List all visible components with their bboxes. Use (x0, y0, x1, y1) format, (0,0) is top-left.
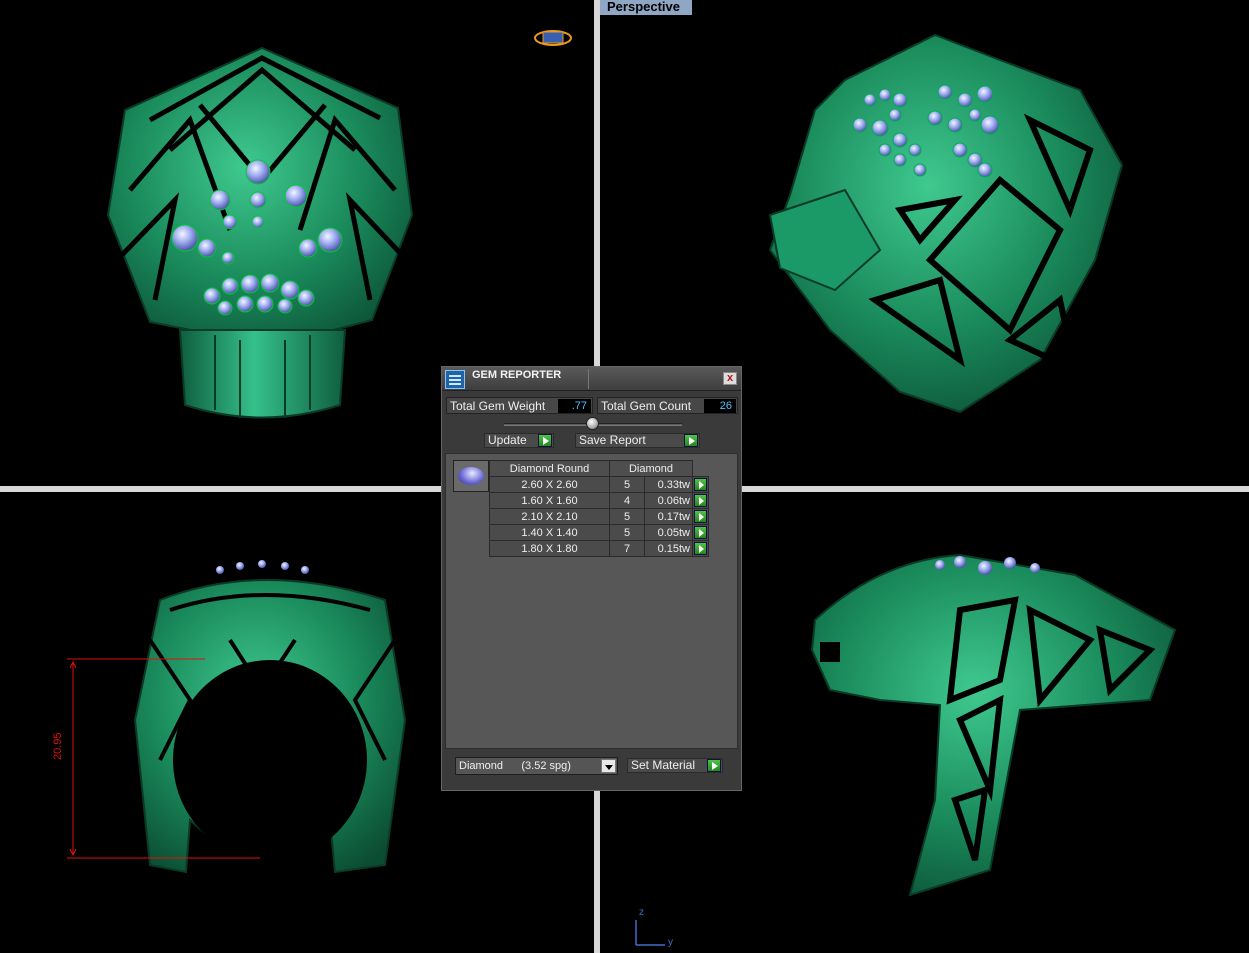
row-arrow-icon[interactable] (694, 510, 707, 523)
row-arrow-cell[interactable] (692, 508, 709, 525)
front-view-model (106, 46, 414, 419)
set-material-arrow-icon (707, 759, 721, 772)
axis-indicator (635, 920, 665, 946)
save-report-label: Save Report (579, 433, 646, 447)
gem-size-cell: 2.60 X 2.60 (489, 476, 610, 493)
row-arrow-cell[interactable] (692, 540, 709, 557)
save-report-arrow-icon (684, 434, 698, 447)
title-separator (588, 369, 589, 389)
gem-table: Diamond Round Diamond 2.60 X 2.60 5 0.33… (489, 460, 709, 557)
gem-shape-header: Diamond Round (489, 460, 610, 477)
side-view-model (133, 560, 407, 874)
gem-reporter-logo-icon (445, 370, 465, 389)
dialog-title-bar[interactable]: GEM REPORTER x (442, 367, 741, 391)
total-gem-weight-field: Total Gem Weight .77 (446, 397, 593, 414)
total-gem-weight-label: Total Gem Weight (450, 399, 546, 413)
table-row[interactable]: 1.80 X 1.80 7 0.15tw (489, 540, 709, 557)
dimension-label: 20.95 (52, 732, 64, 760)
gem-size-cell: 1.40 X 1.40 (489, 524, 610, 541)
gem-list-panel[interactable]: Diamond Round Diamond 2.60 X 2.60 5 0.33… (445, 453, 738, 749)
gem-size-cell: 1.80 X 1.80 (489, 540, 610, 557)
material-select[interactable]: Diamond (3.52 spg) (455, 757, 618, 775)
dialog-title: GEM REPORTER (472, 369, 562, 381)
row-arrow-icon[interactable] (694, 494, 707, 507)
gem-size-cell: 2.10 X 2.10 (489, 508, 610, 525)
gem-size-cell: 1.60 X 1.60 (489, 492, 610, 509)
table-row[interactable]: 1.60 X 1.60 4 0.06tw (489, 492, 709, 509)
gem-count-cell: 4 (609, 492, 645, 509)
table-row[interactable]: 2.60 X 2.60 5 0.33tw (489, 476, 709, 493)
row-arrow-cell[interactable] (692, 476, 709, 493)
table-row[interactable]: 2.10 X 2.10 5 0.17tw (489, 508, 709, 525)
set-material-label: Set Material (631, 758, 696, 772)
close-icon[interactable]: x (723, 372, 737, 385)
diamond-round-icon (458, 467, 484, 485)
gem-reporter-dialog: GEM REPORTER x Total Gem Weight .77 Tota… (441, 366, 742, 791)
total-gem-weight-value: .77 (558, 399, 591, 413)
right-side-view-model (810, 553, 1177, 897)
viewport-label[interactable]: Perspective (600, 0, 692, 15)
save-report-button[interactable]: Save Report (575, 433, 700, 448)
update-arrow-icon (538, 434, 552, 447)
diamond-round-thumbnail[interactable] (453, 460, 489, 492)
gem-weight-cell: 0.06tw (644, 492, 693, 509)
gem-count-cell: 5 (609, 476, 645, 493)
row-arrow-icon[interactable] (694, 526, 707, 539)
axis-z-label: z (639, 907, 644, 918)
update-label: Update (488, 433, 527, 447)
set-material-button[interactable]: Set Material (627, 758, 723, 773)
gem-weight-cell: 0.05tw (644, 524, 693, 541)
row-arrow-cell[interactable] (692, 492, 709, 509)
gem-count-cell: 7 (609, 540, 645, 557)
gem-count-cell: 5 (609, 524, 645, 541)
gem-material-header: Diamond (609, 460, 693, 477)
gem-weight-cell: 0.17tw (644, 508, 693, 525)
total-gem-count-field: Total Gem Count 26 (597, 397, 738, 414)
gem-count-cell: 5 (609, 508, 645, 525)
dropdown-arrow-icon[interactable] (601, 759, 616, 773)
row-arrow-cell[interactable] (692, 524, 709, 541)
perspective-view-model (768, 33, 1124, 414)
total-gem-count-label: Total Gem Count (601, 399, 692, 413)
view-cube-icon[interactable] (534, 30, 572, 46)
axis-y-label: y (668, 937, 673, 948)
update-button[interactable]: Update (484, 433, 554, 448)
gem-weight-cell: 0.33tw (644, 476, 693, 493)
row-arrow-icon[interactable] (694, 478, 707, 491)
dialog-slider-knob[interactable] (586, 417, 599, 430)
total-gem-count-value: 26 (704, 399, 736, 413)
row-arrow-icon[interactable] (694, 542, 707, 555)
material-select-value: Diamond (3.52 spg) (459, 760, 571, 772)
gem-weight-cell: 0.15tw (644, 540, 693, 557)
table-row[interactable]: 1.40 X 1.40 5 0.05tw (489, 524, 709, 541)
